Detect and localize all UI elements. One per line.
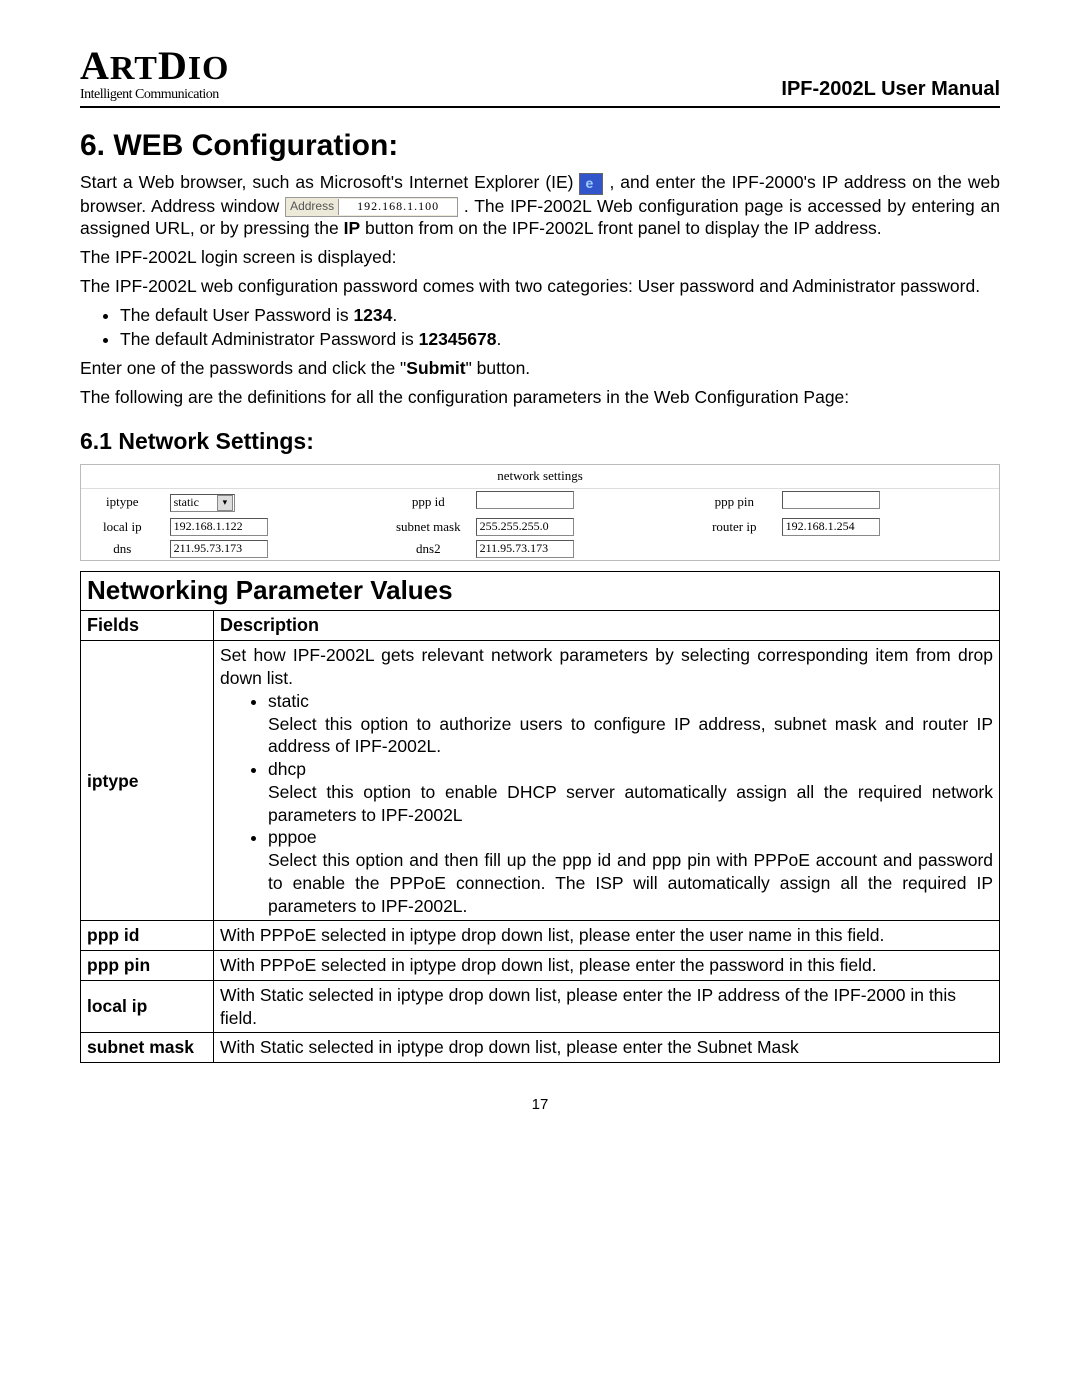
text-input[interactable]: 255.255.255.0: [476, 518, 574, 536]
field-description: With PPPoE selected in iptype drop down …: [214, 951, 1000, 981]
list-item: The default Administrator Password is 12…: [120, 328, 1000, 351]
list-item: dhcpSelect this option to enable DHCP se…: [268, 758, 993, 826]
iptype-select[interactable]: static▾: [170, 494, 235, 512]
intro-p4: Enter one of the passwords and click the…: [80, 357, 1000, 380]
intro-p1: Start a Web browser, such as Microsoft's…: [80, 171, 1000, 240]
field-label: subnet mask: [387, 516, 470, 538]
field-name: iptype: [81, 641, 214, 921]
table-row: ppp idWith PPPoE selected in iptype drop…: [81, 921, 1000, 951]
field-label: dns: [81, 538, 164, 560]
field-name: ppp pin: [81, 951, 214, 981]
table-row: subnet maskWith Static selected in iptyp…: [81, 1033, 1000, 1063]
list-item: pppoeSelect this option and then fill up…: [268, 826, 993, 917]
table-row: local ip 192.168.1.122 subnet mask 255.255.…: [81, 516, 999, 538]
t: button from on the IPF-2002L front panel…: [360, 218, 881, 238]
manual-title: IPF-2002L User Manual: [781, 76, 1000, 102]
field-cell: [776, 489, 999, 516]
t: .: [392, 305, 397, 325]
t: The default User Password is: [120, 305, 353, 325]
network-settings-panel: network settings iptype static▾ ppp id ppp …: [80, 464, 1000, 561]
text-input[interactable]: [476, 491, 574, 509]
table-row: local ipWith Static selected in iptype d…: [81, 980, 1000, 1033]
t: Enter one of the passwords and click the…: [80, 358, 406, 378]
field-name: subnet mask: [81, 1033, 214, 1063]
field-cell: [470, 489, 693, 516]
field-cell: [776, 538, 999, 560]
field-label: ppp pin: [693, 489, 776, 516]
t: 1234: [353, 305, 392, 325]
network-settings-table: iptype static▾ ppp id ppp pin local ip 192.16…: [81, 489, 999, 560]
address-label: Address: [286, 199, 339, 215]
pv-title: Networking Parameter Values: [80, 571, 1000, 610]
field-cell: 192.168.1.122: [164, 516, 387, 538]
field-description: With PPPoE selected in iptype drop down …: [214, 921, 1000, 951]
parameter-values-section: Networking Parameter Values Fields Descr…: [80, 571, 1000, 1063]
password-list: The default User Password is 1234. The d…: [120, 304, 1000, 352]
t: Start a Web browser, such as Microsoft's…: [80, 172, 579, 192]
field-description: With Static selected in iptype drop down…: [214, 980, 1000, 1033]
t: Submit: [406, 358, 465, 378]
t: 12345678: [419, 329, 497, 349]
table-row: iptypeSet how IPF-2002L gets relevant ne…: [81, 641, 1000, 921]
t: " button.: [466, 358, 531, 378]
field-name: ppp id: [81, 921, 214, 951]
field-name: local ip: [81, 980, 214, 1033]
table-header-row: Fields Description: [81, 611, 1000, 641]
text-input[interactable]: 211.95.73.173: [170, 540, 268, 558]
ie-icon: [579, 173, 603, 195]
col-description: Description: [214, 611, 1000, 641]
field-label: [693, 538, 776, 560]
field-description: Set how IPF-2002L gets relevant network …: [214, 641, 1000, 921]
subsection-title: 6.1 Network Settings:: [80, 427, 1000, 457]
field-cell: 211.95.73.173: [164, 538, 387, 560]
table-row: ppp pinWith PPPoE selected in iptype dro…: [81, 951, 1000, 981]
field-cell: static▾: [164, 489, 387, 516]
intro-p3: The IPF-2002L web configuration password…: [80, 275, 1000, 298]
table-row: iptype static▾ ppp id ppp pin: [81, 489, 999, 516]
parameter-values-table: Fields Description iptypeSet how IPF-200…: [80, 610, 1000, 1063]
section-title: 6. WEB Configuration:: [80, 126, 1000, 165]
panel-title: network settings: [81, 465, 999, 489]
text-input[interactable]: 192.168.1.254: [782, 518, 880, 536]
list-item: staticSelect this option to authorize us…: [268, 690, 993, 758]
text-input[interactable]: [782, 491, 880, 509]
logo: ARTDIO Intelligent Communication: [80, 40, 230, 104]
field-label: local ip: [81, 516, 164, 538]
chevron-down-icon[interactable]: ▾: [217, 495, 233, 511]
intro-p5: The following are the definitions for al…: [80, 386, 1000, 409]
field-label: dns2: [387, 538, 470, 560]
field-label: ppp id: [387, 489, 470, 516]
t: .: [496, 329, 501, 349]
field-label: iptype: [81, 489, 164, 516]
field-description: With Static selected in iptype drop down…: [214, 1033, 1000, 1063]
address-bar: Address 192.168.1.100: [285, 197, 458, 217]
table-row: dns 211.95.73.173 dns2 211.95.73.173: [81, 538, 999, 560]
t: The default Administrator Password is: [120, 329, 419, 349]
page-number: 17: [80, 1095, 1000, 1115]
field-cell: 255.255.255.0: [470, 516, 693, 538]
intro-p2: The IPF-2002L login screen is displayed:: [80, 246, 1000, 269]
logo-subtext: Intelligent Communication: [80, 86, 230, 104]
text-input[interactable]: 211.95.73.173: [476, 540, 574, 558]
t: IP: [344, 218, 361, 238]
list-item: The default User Password is 1234.: [120, 304, 1000, 327]
address-value: 192.168.1.100: [339, 199, 457, 215]
page-header: ARTDIO Intelligent Communication IPF-200…: [80, 40, 1000, 108]
logo-text: ARTDIO: [80, 40, 230, 92]
field-label: router ip: [693, 516, 776, 538]
field-cell: 192.168.1.254: [776, 516, 999, 538]
text-input[interactable]: 192.168.1.122: [170, 518, 268, 536]
col-fields: Fields: [81, 611, 214, 641]
field-cell: 211.95.73.173: [470, 538, 693, 560]
